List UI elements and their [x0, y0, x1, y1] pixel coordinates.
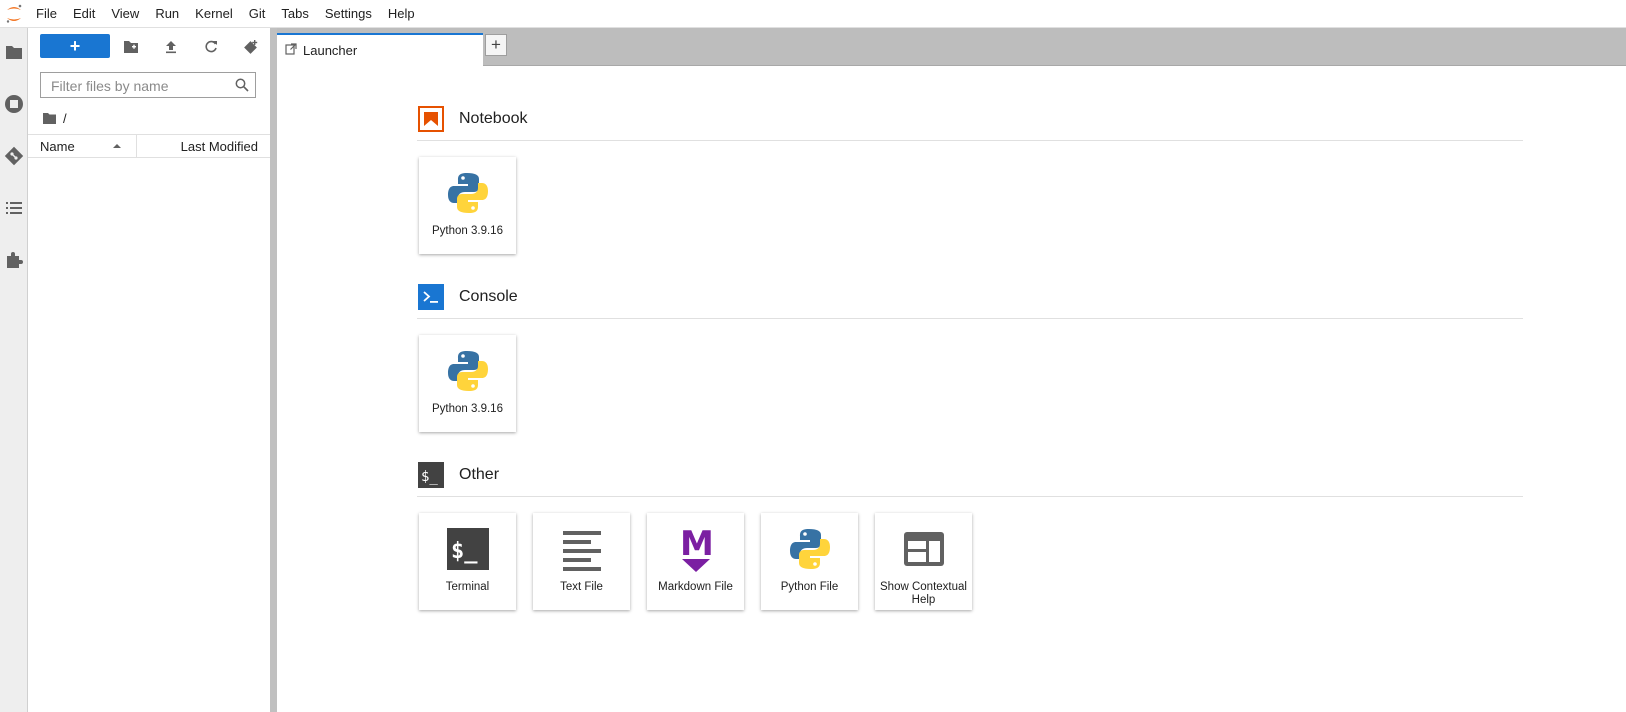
upload-icon[interactable]	[160, 36, 182, 58]
card-label: Python 3.9.16	[432, 403, 503, 415]
launcher-card-text-file[interactable]: Text File	[533, 513, 630, 610]
breadcrumb-root[interactable]: /	[63, 111, 67, 126]
launch-icon	[285, 42, 297, 60]
column-name[interactable]: Name	[40, 139, 75, 154]
notebook-icon	[418, 106, 444, 132]
section-other: $_ Other $_ Terminal Text File M Markdow…	[417, 458, 1523, 613]
running-icon[interactable]	[0, 90, 28, 118]
svg-text:$_: $_	[421, 469, 438, 485]
breadcrumb-folder-icon[interactable]	[42, 112, 57, 125]
card-label: Markdown File	[658, 581, 733, 593]
section-title: Other	[459, 466, 500, 483]
card-label: Text File	[560, 581, 603, 593]
toc-icon[interactable]	[0, 194, 28, 222]
section-title: Console	[459, 288, 518, 305]
folder-icon[interactable]	[0, 38, 28, 66]
tab-bar: Launcher +	[277, 28, 1626, 66]
text-file-icon	[557, 523, 607, 575]
menu-bar: File Edit View Run Kernel Git Tabs Setti…	[0, 0, 1626, 28]
launcher-card-python-console[interactable]: Python 3.9.16	[419, 335, 516, 432]
launcher-card-terminal[interactable]: $_ Terminal	[419, 513, 516, 610]
add-tab-button[interactable]: +	[485, 34, 507, 56]
menu-kernel[interactable]: Kernel	[187, 0, 241, 28]
git-icon[interactable]	[0, 142, 28, 170]
python-icon	[443, 167, 493, 219]
column-last-modified[interactable]: Last Modified	[181, 139, 258, 154]
svg-text:M: M	[680, 525, 714, 564]
launcher-card-contextual-help[interactable]: Show Contextual Help	[875, 513, 972, 610]
section-title: Notebook	[459, 110, 528, 127]
filter-files-input[interactable]	[49, 74, 233, 98]
menu-help[interactable]: Help	[380, 0, 423, 28]
markdown-icon: M	[671, 523, 721, 575]
section-notebook: Notebook Python 3.9.16	[417, 102, 1523, 257]
section-header: Console	[417, 280, 1523, 319]
terminal-section-icon: $_	[418, 462, 444, 488]
column-divider	[136, 135, 137, 157]
breadcrumb: /	[42, 110, 67, 126]
file-browser-toolbar: +	[28, 34, 270, 60]
python-icon	[443, 345, 493, 397]
filter-files-box	[40, 72, 256, 98]
card-label: Python File	[780, 581, 839, 593]
tab-label: Launcher	[303, 43, 358, 58]
menu-settings[interactable]: Settings	[317, 0, 380, 28]
search-icon	[235, 78, 249, 97]
refresh-icon[interactable]	[200, 36, 222, 58]
console-icon	[418, 284, 444, 310]
sort-ascending-icon[interactable]	[112, 139, 122, 154]
terminal-icon: $_	[443, 523, 493, 575]
menu-view[interactable]: View	[103, 0, 147, 28]
jupyter-logo-icon	[0, 0, 28, 28]
section-header: Notebook	[417, 102, 1523, 141]
launcher-card-markdown-file[interactable]: M Markdown File	[647, 513, 744, 610]
section-console: Console Python 3.9.16	[417, 280, 1523, 435]
git-clone-icon[interactable]	[240, 36, 262, 58]
section-header: $_ Other	[417, 458, 1523, 497]
launcher-card-python-file[interactable]: Python File	[761, 513, 858, 610]
contextual-help-icon	[899, 523, 949, 575]
main-dock-area: Launcher + Notebook Python 3.9.16 Consol…	[277, 28, 1626, 712]
file-browser: + / Name Last Modified	[28, 28, 270, 712]
card-label: Terminal	[445, 581, 490, 593]
menu-edit[interactable]: Edit	[65, 0, 103, 28]
tab-launcher[interactable]: Launcher	[277, 33, 483, 66]
extension-icon[interactable]	[0, 246, 28, 274]
svg-text:$_: $_	[451, 539, 478, 564]
python-icon	[785, 523, 835, 575]
launcher-card-python-notebook[interactable]: Python 3.9.16	[419, 157, 516, 254]
menu-run[interactable]: Run	[147, 0, 187, 28]
new-folder-icon[interactable]	[120, 36, 142, 58]
menu-file[interactable]: File	[28, 0, 65, 28]
left-sidebar	[0, 28, 28, 712]
panel-splitter[interactable]	[270, 28, 277, 712]
menu-tabs[interactable]: Tabs	[273, 0, 316, 28]
launcher-panel: Notebook Python 3.9.16 Console Python 3.…	[277, 66, 1626, 712]
card-label: Show Contextual Help	[880, 581, 967, 606]
file-listing-header: Name Last Modified	[28, 134, 270, 158]
card-label: Python 3.9.16	[432, 225, 503, 237]
menu-git[interactable]: Git	[241, 0, 274, 28]
new-launcher-button[interactable]: +	[40, 34, 110, 58]
